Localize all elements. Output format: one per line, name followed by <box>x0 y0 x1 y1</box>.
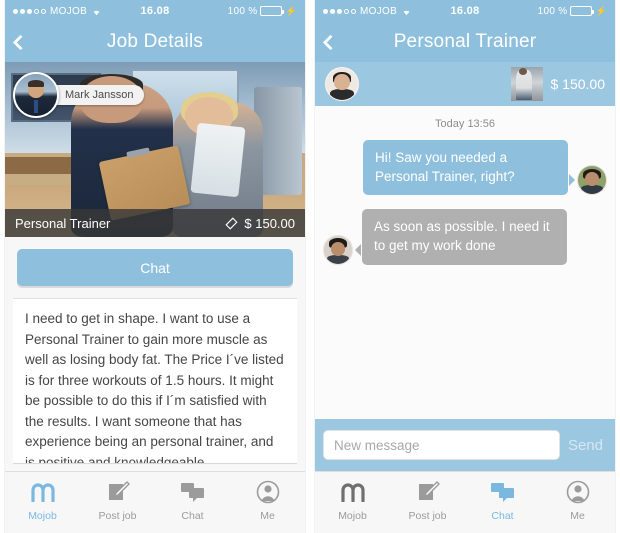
message-row: Hi! Saw you needed a Personal Trainer, r… <box>323 140 607 196</box>
poster-avatar <box>13 72 59 118</box>
status-bar: MOJOB 16.08 100 % ⚡ <box>5 0 305 22</box>
message-bubble-incoming: As soon as possible. I need it to get my… <box>355 209 567 265</box>
tab-label: Mojob <box>28 510 57 522</box>
carrier-label: MOJOB <box>360 5 398 17</box>
mojob-logo-icon <box>340 479 366 505</box>
tab-bar: Mojob Post job Chat Me <box>5 471 305 533</box>
job-price-label: $ 150.00 <box>550 76 606 92</box>
job-price-label: $ 150.00 <box>244 215 295 231</box>
message-row: As soon as possible. I need it to get my… <box>323 209 607 265</box>
message-input[interactable] <box>323 430 560 460</box>
page-title: Personal Trainer <box>393 31 537 52</box>
dual-phone-screenshot: MOJOB 16.08 100 % ⚡ Job Details Mark Jan… <box>0 0 620 533</box>
sidebar-item-mojob[interactable]: Mojob <box>315 479 390 522</box>
tab-label: Chat <box>491 510 514 522</box>
chat-screen: MOJOB 16.08 100 % ⚡ Personal Trainer $ 1… <box>315 0 615 533</box>
signal-strength-icon <box>13 8 46 14</box>
send-button[interactable]: Send <box>568 437 607 454</box>
chevron-left-icon <box>322 34 339 50</box>
poster-name-label: Mark Jansson <box>45 85 145 105</box>
battery-icon <box>570 6 595 16</box>
back-button[interactable] <box>12 22 29 62</box>
message-list[interactable]: Today 13:56 Hi! Saw you needed a Persona… <box>315 106 615 419</box>
compose-icon <box>106 479 130 505</box>
status-right: 100 % ⚡ <box>170 6 297 17</box>
tab-label: Me <box>260 510 275 522</box>
job-thumbnail <box>510 67 543 101</box>
chat-button[interactable]: Chat <box>17 249 293 286</box>
chat-context-bar[interactable]: $ 150.00 <box>315 62 615 106</box>
mojob-logo-icon <box>30 479 56 505</box>
status-bar: MOJOB 16.08 100 % ⚡ <box>315 0 615 22</box>
sidebar-item-chat[interactable]: Chat <box>465 479 540 522</box>
battery-percent-label: 100 % <box>227 5 258 17</box>
lightning-bolt-icon: ⚡ <box>595 5 607 16</box>
signal-strength-icon <box>323 8 356 14</box>
status-right: 100 % ⚡ <box>480 6 607 17</box>
wifi-icon <box>91 7 102 16</box>
clock-label: 16.08 <box>450 5 480 17</box>
message-bubble-outgoing: Hi! Saw you needed a Personal Trainer, r… <box>363 140 575 196</box>
back-button[interactable] <box>322 22 339 62</box>
battery-percent-label: 100 % <box>537 5 568 17</box>
compose-icon <box>416 479 440 505</box>
person-icon <box>566 479 590 505</box>
job-summary-bar: Personal Trainer $ 150.00 <box>5 209 305 237</box>
battery-icon <box>260 6 285 16</box>
sender-avatar <box>577 165 607 196</box>
job-hero-image: Mark Jansson Personal Trainer $ 150.00 <box>5 62 305 237</box>
poster-badge[interactable]: Mark Jansson <box>13 72 145 118</box>
message-timestamp: Today 13:56 <box>435 118 495 130</box>
carrier-label: MOJOB <box>50 5 88 17</box>
tab-bar: Mojob Post job Chat Me <box>315 471 615 533</box>
lightning-bolt-icon: ⚡ <box>285 5 297 16</box>
sidebar-item-mojob[interactable]: Mojob <box>5 479 80 522</box>
chat-bubbles-icon <box>180 479 206 505</box>
job-price: $ 150.00 <box>225 216 295 231</box>
tab-label: Chat <box>181 510 204 522</box>
page-title: Job Details <box>106 31 204 52</box>
wifi-icon <box>401 7 412 16</box>
sidebar-item-post-job[interactable]: Post job <box>80 479 155 522</box>
tab-label: Post job <box>98 510 137 522</box>
sidebar-item-me[interactable]: Me <box>540 479 615 522</box>
status-left: MOJOB <box>13 6 140 17</box>
job-description-box: I need to get in shape. I want to use a … <box>13 298 297 464</box>
chevron-left-icon <box>12 34 29 50</box>
tag-icon <box>225 216 238 230</box>
message-composer: Send <box>315 419 615 471</box>
tab-label: Me <box>570 510 585 522</box>
chat-bubbles-icon <box>490 479 516 505</box>
job-details-screen: MOJOB 16.08 100 % ⚡ Job Details Mark Jan… <box>5 0 305 533</box>
nav-bar: Job Details <box>5 22 305 62</box>
sidebar-item-post-job[interactable]: Post job <box>390 479 465 522</box>
nav-bar: Personal Trainer <box>315 22 615 62</box>
job-description-text: I need to get in shape. I want to use a … <box>25 311 288 464</box>
job-title: Personal Trainer <box>15 215 111 231</box>
contact-avatar <box>325 67 359 101</box>
tab-label: Post job <box>408 510 447 522</box>
recipient-avatar <box>323 234 353 265</box>
sidebar-item-me[interactable]: Me <box>230 479 305 522</box>
chat-cta-container: Chat <box>5 237 305 296</box>
status-left: MOJOB <box>323 6 450 17</box>
tab-label: Mojob <box>338 510 367 522</box>
sidebar-item-chat[interactable]: Chat <box>155 479 230 522</box>
clock-label: 16.08 <box>140 5 170 17</box>
person-icon <box>256 479 280 505</box>
